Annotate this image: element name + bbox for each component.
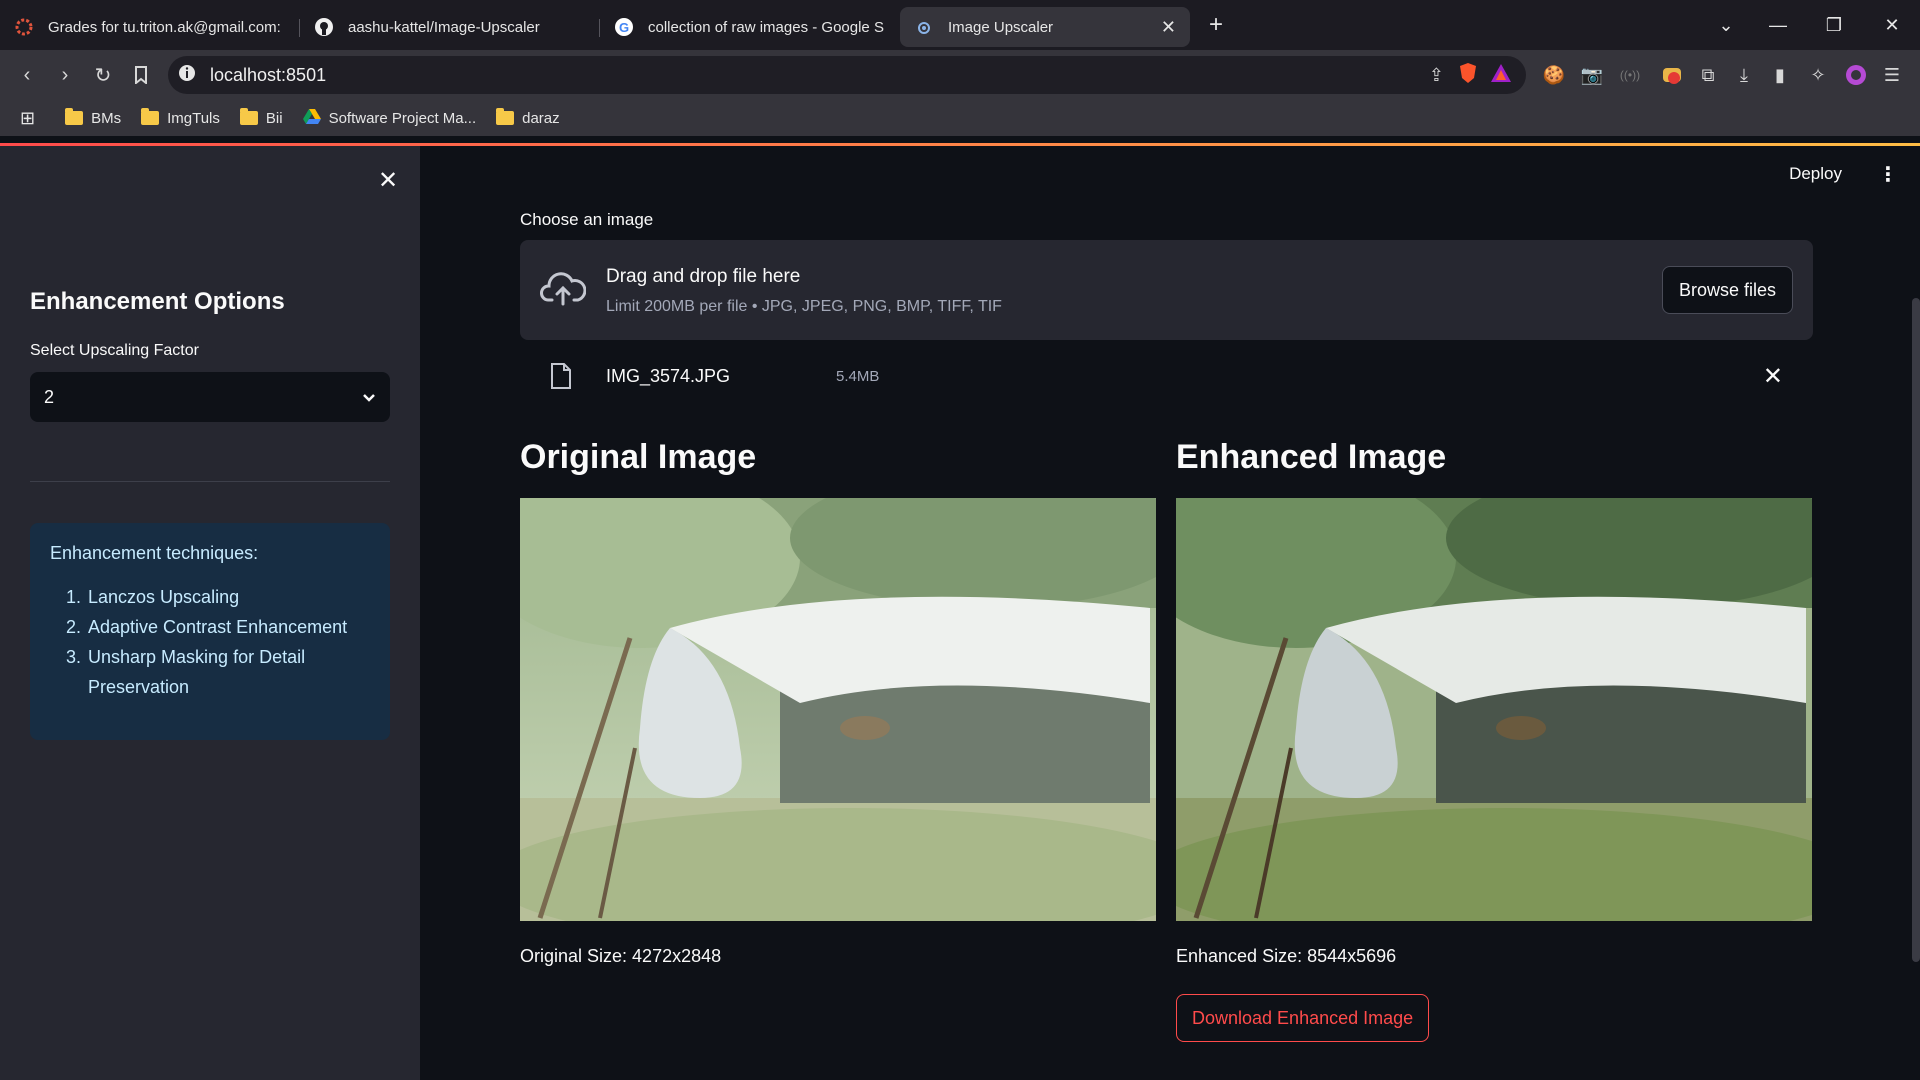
bookmark-label: BMs bbox=[91, 109, 122, 127]
file-name: IMG_3574.JPG bbox=[606, 366, 731, 386]
limit-text: Limit 200MB per file • JPG, JPEG, PNG, B… bbox=[606, 298, 1002, 315]
chevron-down-icon bbox=[362, 387, 376, 408]
bookmark-label: Software Project Ma... bbox=[328, 109, 477, 127]
tab-grades[interactable]: Grades for tu.triton.ak@gmail.com: bbox=[0, 7, 300, 47]
browser-toolbar: ‹ › ↻ localhost:8501 ⇪ 🍪 📷 ((•)) ⧉ ⤓ ▮ ✧… bbox=[0, 50, 1920, 100]
browse-files-button[interactable]: Browse files bbox=[1661, 266, 1793, 314]
bookmark-label: ImgTuls bbox=[167, 109, 220, 127]
tab-search-chevron-icon[interactable]: ⌄ bbox=[1698, 0, 1754, 50]
reload-icon[interactable]: ↻ bbox=[84, 56, 122, 94]
page-scrollbar[interactable] bbox=[1912, 298, 1920, 962]
technique-item: Unsharp Masking for Detail Preservation bbox=[86, 642, 370, 702]
new-tab-button[interactable]: + bbox=[1196, 5, 1236, 45]
folder-icon bbox=[141, 108, 160, 125]
main-menu-icon[interactable]: ⋮ bbox=[1878, 162, 1898, 187]
tab-title: aashu-kattel/Image-Upscaler bbox=[348, 18, 540, 36]
sidebar-toggle-icon[interactable]: ▮ bbox=[1762, 50, 1798, 100]
select-value: 2 bbox=[44, 386, 55, 407]
bookmarks-bar: ⊞ BMs ImgTuls Bii Software Project Ma...… bbox=[0, 100, 1920, 136]
site-info-icon[interactable] bbox=[178, 64, 196, 87]
file-icon bbox=[550, 362, 572, 395]
google-drive-icon bbox=[302, 108, 321, 128]
apps-grid-icon[interactable]: ⊞ bbox=[20, 108, 35, 129]
bookmark-folder[interactable]: Bii bbox=[239, 108, 283, 127]
tab-title: collection of raw images - Google S bbox=[648, 18, 884, 36]
upscaling-factor-select[interactable]: 2 bbox=[30, 372, 390, 422]
bookmark-folder[interactable]: BMs bbox=[65, 108, 122, 127]
original-image-title: Original Image bbox=[520, 438, 757, 476]
file-dropzone[interactable]: Drag and drop file here Limit 200MB per … bbox=[520, 240, 1813, 340]
tab-title: Grades for tu.triton.ak@gmail.com: bbox=[48, 18, 281, 36]
bookmark-label: Bii bbox=[265, 109, 283, 127]
gradescope-icon bbox=[14, 17, 34, 37]
select-label: Select Upscaling Factor bbox=[30, 342, 199, 359]
close-sidebar-icon[interactable]: ✕ bbox=[378, 166, 398, 195]
tab-title: Image Upscaler bbox=[948, 18, 1054, 36]
drop-text: Drag and drop file here bbox=[606, 266, 801, 287]
streamlit-icon bbox=[914, 17, 934, 37]
extensions-puzzle-icon[interactable]: ⧉ bbox=[1690, 50, 1726, 100]
cookie-extension-icon[interactable]: 🍪 bbox=[1536, 50, 1572, 100]
technique-item: Adaptive Contrast Enhancement bbox=[86, 612, 370, 642]
uploaded-file: IMG_3574.JPG 5.4MB ✕ bbox=[520, 350, 1813, 402]
recorder-extension-icon[interactable] bbox=[1654, 50, 1690, 100]
original-size-caption: Original Size: 4272x2848 bbox=[520, 946, 722, 966]
leo-ai-icon[interactable]: ✧ bbox=[1800, 50, 1836, 100]
bookmark-folder[interactable]: daraz bbox=[496, 108, 560, 127]
bookmark-label: daraz bbox=[522, 109, 560, 127]
folder-icon bbox=[239, 108, 258, 125]
download-icon[interactable]: ⤓ bbox=[1726, 50, 1762, 100]
deploy-button[interactable]: Deploy bbox=[1789, 164, 1842, 184]
address-bar[interactable]: localhost:8501 ⇪ bbox=[168, 56, 1526, 94]
close-window-icon[interactable]: ✕ bbox=[1864, 0, 1920, 50]
tab-image-upscaler[interactable]: Image Upscaler ✕ bbox=[900, 7, 1190, 47]
browser-tab-bar: Grades for tu.triton.ak@gmail.com: aashu… bbox=[0, 0, 1920, 50]
sidebar-title: Enhancement Options bbox=[30, 288, 285, 315]
back-icon[interactable]: ‹ bbox=[8, 56, 46, 94]
technique-item: Lanczos Upscaling bbox=[86, 582, 370, 612]
brave-shields-icon[interactable] bbox=[1458, 62, 1478, 89]
divider bbox=[30, 481, 390, 482]
google-icon: G bbox=[614, 17, 634, 37]
enhanced-image-title: Enhanced Image bbox=[1176, 438, 1447, 476]
folder-icon bbox=[496, 108, 515, 125]
forward-icon[interactable]: › bbox=[46, 56, 84, 94]
github-icon bbox=[314, 17, 334, 37]
browser-menu-icon[interactable]: ☰ bbox=[1874, 50, 1910, 100]
profile-avatar-icon[interactable] bbox=[1838, 50, 1874, 100]
enhanced-image bbox=[1176, 498, 1812, 921]
bookmark-icon[interactable] bbox=[122, 56, 160, 94]
cloud-upload-icon bbox=[540, 268, 587, 313]
info-title: Enhancement techniques: bbox=[50, 543, 259, 563]
sidebar: ✕ Enhancement Options Select Upscaling F… bbox=[0, 146, 420, 1080]
url-text: localhost:8501 bbox=[210, 64, 327, 85]
uploader-label: Choose an image bbox=[520, 210, 654, 229]
folder-icon bbox=[65, 108, 84, 125]
bookmark-folder[interactable]: ImgTuls bbox=[141, 108, 220, 127]
tab-github[interactable]: aashu-kattel/Image-Upscaler bbox=[300, 7, 600, 47]
minimize-icon[interactable]: — bbox=[1750, 0, 1806, 50]
wifi-extension-icon[interactable]: ((•)) bbox=[1612, 50, 1648, 100]
brave-rewards-icon[interactable] bbox=[1490, 63, 1512, 88]
download-enhanced-button[interactable]: Download Enhanced Image bbox=[1176, 994, 1430, 1042]
main-content: Deploy ⋮ Choose an image Drag and drop f… bbox=[420, 146, 1920, 1080]
enhanced-size-caption: Enhanced Size: 8544x5696 bbox=[1176, 946, 1397, 966]
bookmark-link[interactable]: Software Project Ma... bbox=[302, 108, 477, 128]
share-icon[interactable]: ⇪ bbox=[1429, 65, 1444, 86]
close-tab-icon[interactable]: ✕ bbox=[1151, 17, 1176, 38]
tab-google-search[interactable]: G collection of raw images - Google S bbox=[600, 7, 900, 47]
svg-text:G: G bbox=[619, 20, 629, 35]
info-box: Enhancement techniques: Lanczos Upscalin… bbox=[30, 523, 390, 740]
file-size: 5.4MB bbox=[836, 368, 880, 385]
camera-extension-icon[interactable]: 📷 bbox=[1574, 50, 1610, 100]
original-image bbox=[520, 498, 1156, 921]
restore-icon[interactable]: ❐ bbox=[1806, 0, 1862, 50]
remove-file-icon[interactable]: ✕ bbox=[1763, 362, 1783, 391]
